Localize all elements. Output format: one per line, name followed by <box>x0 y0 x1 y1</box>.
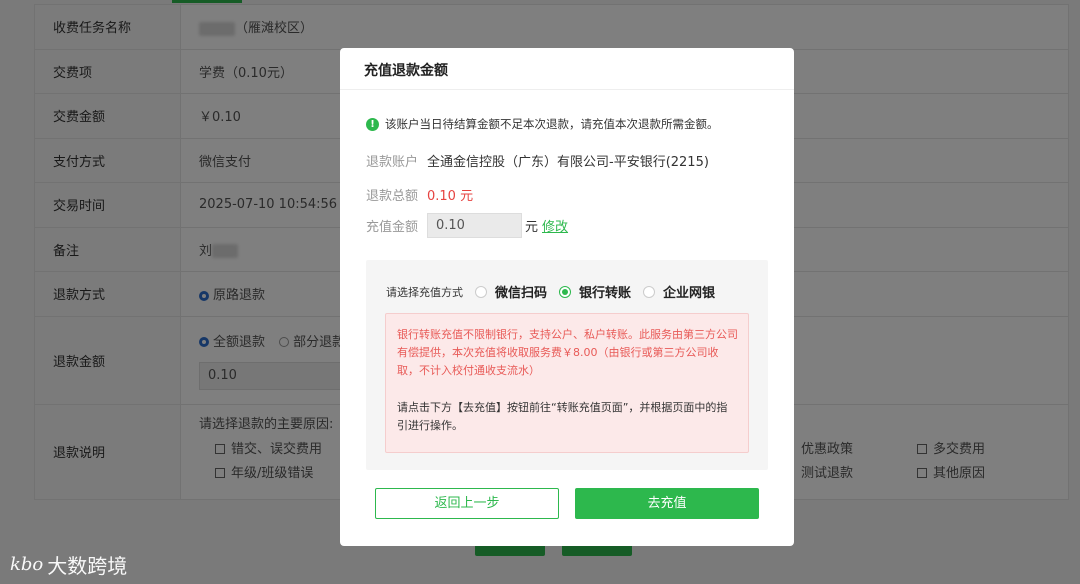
recharge-amount-row: 充值金额 0.10 元 修改 <box>366 213 568 238</box>
refund-total-label: 退款总额 <box>366 189 419 204</box>
refund-account-row: 退款账户 全通金信控股（广东）有限公司-平安银行(2215) <box>366 151 709 170</box>
refund-total-row: 退款总额 0.10 元 <box>366 185 473 204</box>
insufficient-balance-notice: ! 该账户当日待结算金额不足本次退款，请充值本次退款所需金额。 <box>366 116 719 132</box>
watermark-text: 大数跨境 <box>47 554 128 578</box>
method-option-wechat[interactable]: 微信扫码 <box>475 282 547 301</box>
back-button[interactable]: 返回上一步 <box>375 488 559 519</box>
recharge-amount-label: 充值金额 <box>366 220 419 235</box>
method-option-corporate-banking[interactable]: 企业网银 <box>643 282 715 301</box>
watermark-logo: kbo <box>10 554 44 575</box>
refund-total-value: 0.10 元 <box>427 189 474 204</box>
recharge-method-panel: 请选择充值方式 微信扫码 银行转账 企业网银 银行转账充值不限制银行，支持公户、… <box>366 260 768 470</box>
recharge-amount-input[interactable]: 0.10 <box>427 213 522 238</box>
recharge-method-selector: 请选择充值方式 微信扫码 银行转账 企业网银 <box>386 282 715 301</box>
go-recharge-button[interactable]: 去充值 <box>575 488 759 519</box>
method-prompt: 请选择充值方式 <box>386 285 463 299</box>
method-option-bank-transfer[interactable]: 银行转账 <box>559 282 631 301</box>
refund-account-value: 全通金信控股（广东）有限公司-平安银行(2215) <box>427 155 709 170</box>
radio-selected-icon <box>559 285 572 298</box>
refund-account-label: 退款账户 <box>366 155 419 170</box>
watermark: kbo 大数跨境 <box>10 550 127 579</box>
recharge-unit: 元 <box>525 220 539 235</box>
bank-transfer-info-box: 银行转账充值不限制银行，支持公户、私户转账。此服务由第三方公司有偿提供，本次充值… <box>385 313 749 453</box>
alert-icon: ! <box>366 117 379 131</box>
dialog-title: 充值退款金额 <box>340 48 794 90</box>
recharge-refund-dialog: 充值退款金额 ! 该账户当日待结算金额不足本次退款，请充值本次退款所需金额。 退… <box>340 48 794 546</box>
recharge-guide-text: 请点击下方【去充值】按钮前往“转账充值页面”，并根据页面中的指引进行操作。 <box>397 401 728 432</box>
service-fee-warning: 银行转账充值不限制银行，支持公户、私户转账。此服务由第三方公司有偿提供，本次充值… <box>397 328 738 377</box>
radio-icon <box>475 285 487 298</box>
radio-icon <box>643 285 656 298</box>
edit-amount-link[interactable]: 修改 <box>542 216 568 235</box>
